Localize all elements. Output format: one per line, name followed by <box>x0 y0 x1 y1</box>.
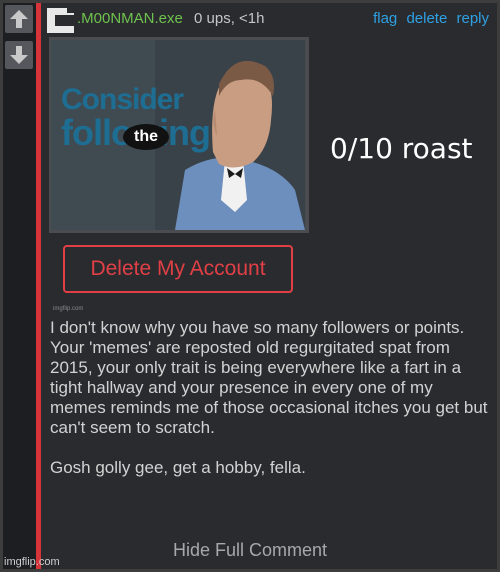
meme-photo: Consider following the <box>49 37 309 233</box>
watermark: imgflip.com <box>4 556 60 568</box>
meme-the-bubble: the <box>123 124 169 150</box>
comment-actions: flag delete reply <box>368 10 489 27</box>
downvote-button[interactable] <box>5 41 33 69</box>
comment-meta: 0 ups, <1h <box>194 10 265 27</box>
delete-link[interactable]: delete <box>406 10 447 27</box>
comment-header: .M00NMAN.exe 0 ups, <1h flag delete repl… <box>41 3 497 35</box>
arrow-up-icon <box>10 10 28 28</box>
overlay-caption: 0/10 roast <box>330 132 473 165</box>
comment-content: .M00NMAN.exe 0 ups, <1h flag delete repl… <box>41 3 497 569</box>
flag-link[interactable]: flag <box>373 10 397 27</box>
meme-button-panel: Delete My Account <box>49 233 309 305</box>
username-link[interactable]: .M00NMAN.exe <box>77 10 183 27</box>
meme-line-1: Consider <box>61 83 184 116</box>
reply-link[interactable]: reply <box>456 10 489 27</box>
hide-comment-link[interactable]: Hide Full Comment <box>0 540 500 561</box>
meme-image: Consider following the Delete My Account <box>49 37 309 305</box>
delete-account-button-image: Delete My Account <box>63 245 293 293</box>
user-avatar-icon[interactable] <box>47 8 74 33</box>
meme-credit: imgflip.com <box>53 306 84 312</box>
arrow-down-icon <box>10 46 28 64</box>
upvote-button[interactable] <box>5 5 33 33</box>
vote-column <box>3 3 36 569</box>
comment-body: I don't know why you have so many follow… <box>50 318 488 477</box>
